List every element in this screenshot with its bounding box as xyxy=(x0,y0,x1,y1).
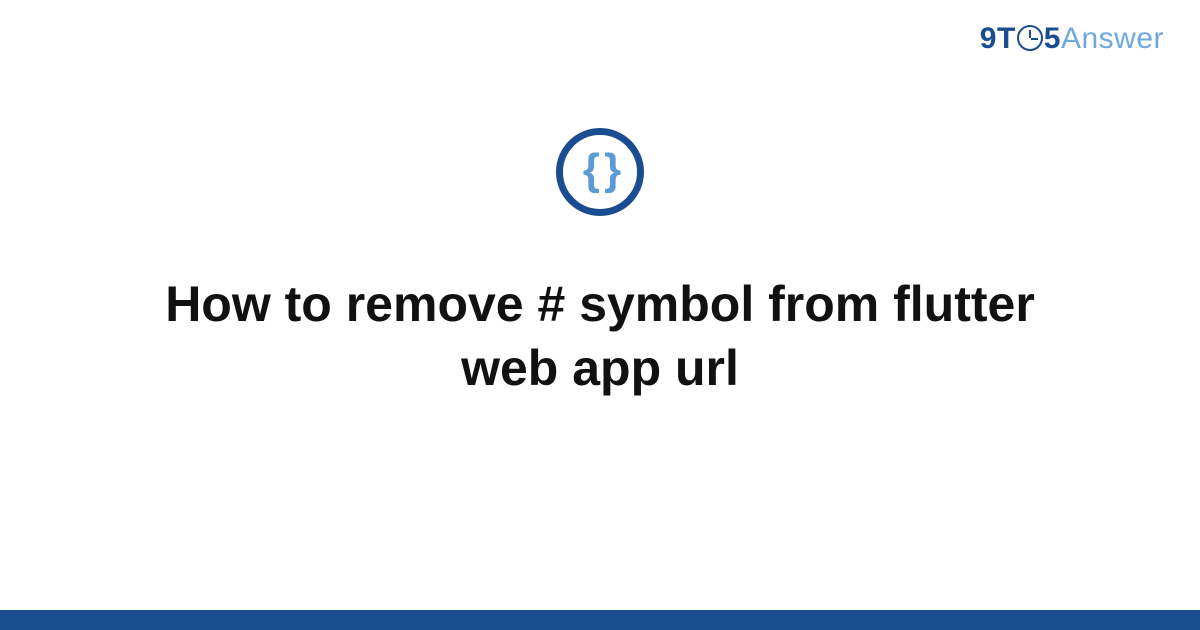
clock-icon xyxy=(1017,25,1043,51)
logo-nine: 9 xyxy=(980,22,997,55)
category-code-icon: { } xyxy=(556,128,644,216)
question-title: How to remove # symbol from flutter web … xyxy=(120,272,1080,400)
braces-icon: { } xyxy=(583,148,617,192)
logo-five: 5 xyxy=(1044,22,1061,55)
site-logo: 9T5Answer xyxy=(980,22,1164,56)
footer-accent-bar xyxy=(0,610,1200,630)
logo-answer: Answer xyxy=(1061,22,1164,55)
main-content: { } How to remove # symbol from flutter … xyxy=(0,128,1200,400)
logo-t: T xyxy=(997,22,1016,55)
